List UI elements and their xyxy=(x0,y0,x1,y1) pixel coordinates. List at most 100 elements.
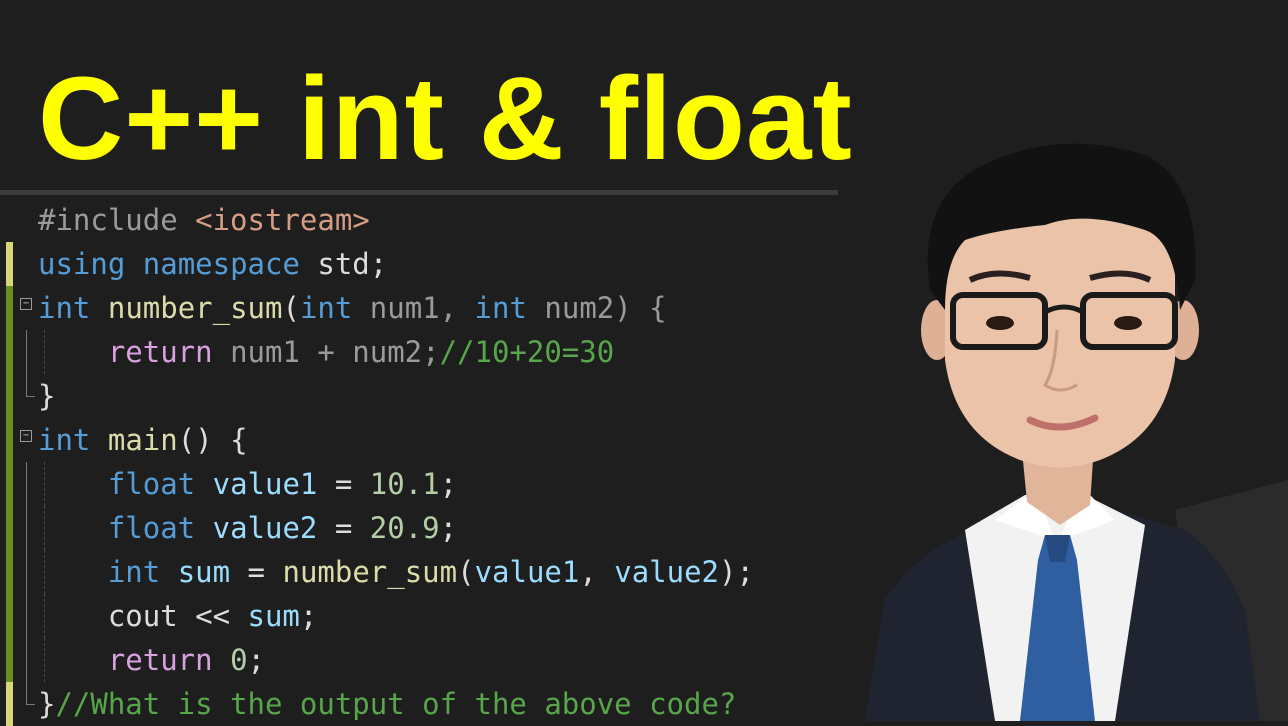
closing-brace: } xyxy=(38,379,56,413)
fold-guide-line xyxy=(26,550,27,594)
parameter: num2) { xyxy=(526,291,667,325)
code-line-4: return num1 + num2;//10+20=30 xyxy=(0,330,850,374)
fold-guide-line xyxy=(26,462,27,506)
change-marker-unsaved xyxy=(6,682,13,726)
code-text: cout << sum; xyxy=(38,596,318,636)
keyword: int xyxy=(474,291,527,325)
include-header: <iostream> xyxy=(195,203,370,237)
eye-right xyxy=(1114,316,1142,330)
code-line-2: using namespace std; xyxy=(0,242,850,286)
code-token: std; xyxy=(299,247,388,281)
code-text: #include <iostream> xyxy=(38,200,370,240)
expression: num1 + num2; xyxy=(212,335,440,369)
code-text: } xyxy=(38,376,55,416)
punctuation: ; xyxy=(439,511,458,545)
code-editor[interactable]: #include <iostream> using namespace std;… xyxy=(0,198,850,726)
punctuation: ( xyxy=(282,291,300,325)
change-marker-saved xyxy=(6,506,13,550)
code-text: float value1 = 10.1; xyxy=(38,464,457,504)
punctuation: ); xyxy=(719,555,754,589)
keyword: float xyxy=(107,467,196,501)
function-name: number_sum xyxy=(107,291,283,325)
keyword: namespace xyxy=(142,247,300,281)
fold-guide-line xyxy=(26,594,27,638)
fold-collapse-icon[interactable]: − xyxy=(20,430,32,442)
punctuation: ; xyxy=(247,643,266,677)
punctuation: ; xyxy=(299,599,318,633)
number-literal: 10.1 xyxy=(369,467,440,501)
fold-collapse-icon[interactable]: − xyxy=(20,298,32,310)
presenter-photo xyxy=(865,143,1288,721)
code-line-11: return 0; xyxy=(0,638,850,682)
change-marker-saved xyxy=(6,286,13,330)
function-name: main xyxy=(107,423,178,457)
punctuation: ; xyxy=(439,467,458,501)
code-line-7: float value1 = 10.1; xyxy=(0,462,850,506)
code-line-6: − int main() { xyxy=(0,418,850,462)
variable: value2 xyxy=(614,555,720,589)
fold-guide-line xyxy=(26,506,27,550)
eye-left xyxy=(986,316,1014,330)
change-marker-saved xyxy=(6,550,13,594)
closing-brace: } xyxy=(38,687,56,721)
code-token: cout << xyxy=(38,599,248,633)
keyword: int xyxy=(38,423,91,457)
code-line-3: − int number_sum(int num1, int num2) { xyxy=(0,286,850,330)
punctuation: ( xyxy=(457,555,475,589)
operator: = xyxy=(317,467,370,501)
number-literal: 0 xyxy=(230,643,248,677)
keyword: int xyxy=(38,291,91,325)
change-marker-saved xyxy=(6,418,13,462)
code-text: return 0; xyxy=(38,640,265,680)
code-line-8: float value2 = 20.9; xyxy=(0,506,850,550)
punctuation: , xyxy=(579,555,615,589)
function-call: number_sum xyxy=(282,555,458,589)
variable: sum xyxy=(177,555,231,589)
preprocessor-directive: #include xyxy=(38,203,196,237)
change-marker-saved xyxy=(6,462,13,506)
thumbnail-title: C++ int & float xyxy=(38,53,853,185)
code-text: int number_sum(int num1, int num2) { xyxy=(38,288,667,328)
code-line-10: cout << sum; xyxy=(0,594,850,638)
variable: value2 xyxy=(212,511,318,545)
operator: = xyxy=(317,511,370,545)
code-text: using namespace std; xyxy=(38,244,387,284)
fold-guide-line xyxy=(26,638,27,682)
keyword: using xyxy=(38,247,126,281)
change-marker-unsaved xyxy=(6,242,13,286)
variable: value1 xyxy=(212,467,318,501)
comment: //10+20=30 xyxy=(439,335,615,369)
number-literal: 20.9 xyxy=(369,511,440,545)
keyword: float xyxy=(107,511,196,545)
code-text: int sum = number_sum(value1, value2); xyxy=(38,552,754,592)
change-marker-saved xyxy=(6,638,13,682)
variable: value1 xyxy=(474,555,580,589)
parameter: num1, xyxy=(352,291,475,325)
editor-tab-divider xyxy=(0,190,838,195)
code-text: }//What is the output of the above code? xyxy=(38,684,736,724)
keyword: int xyxy=(107,555,161,589)
change-marker-saved xyxy=(6,594,13,638)
code-line-5: } xyxy=(0,374,850,418)
keyword-return: return xyxy=(107,643,213,677)
code-text: return num1 + num2;//10+20=30 xyxy=(38,332,614,372)
punctuation: () { xyxy=(177,423,248,457)
change-marker-saved xyxy=(6,330,13,374)
code-line-1: #include <iostream> xyxy=(0,198,850,242)
operator: = xyxy=(230,555,283,589)
keyword: int xyxy=(299,291,353,325)
fold-guide-line xyxy=(26,330,27,374)
change-marker-saved xyxy=(6,374,13,418)
keyword-return: return xyxy=(107,335,213,369)
